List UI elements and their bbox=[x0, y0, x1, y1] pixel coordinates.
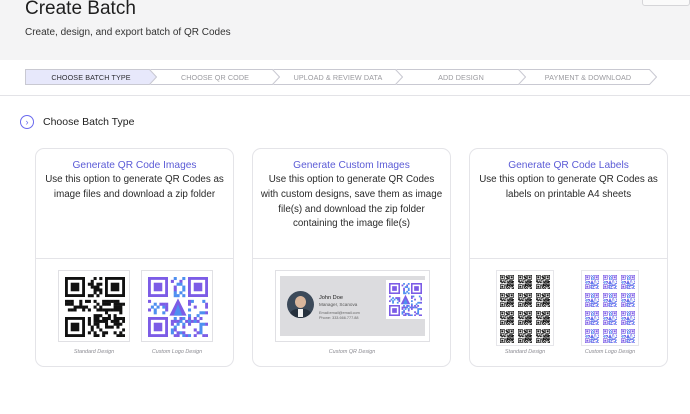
section-heading-label: Choose Batch Type bbox=[43, 116, 135, 128]
page-header: Create Batch Create, design, and export … bbox=[0, 0, 690, 60]
label-qr-logo-image bbox=[621, 311, 635, 325]
label-qr-logo-image bbox=[621, 329, 635, 343]
batch-type-card-qr-images[interactable]: Generate QR Code Images Use this option … bbox=[35, 148, 234, 367]
step-label: PAYMENT & DOWNLOAD bbox=[544, 72, 632, 82]
card-preview-area: Standard Design Custom Logo Design bbox=[470, 260, 667, 367]
label-qr-logo-image bbox=[603, 293, 617, 307]
label-qr-image bbox=[518, 293, 532, 307]
avatar bbox=[287, 291, 314, 318]
card-title: Generate Custom Images bbox=[293, 160, 410, 171]
preview-caption: Custom Logo Design bbox=[584, 349, 636, 355]
label-qr-image bbox=[518, 329, 532, 343]
card-title: Generate QR Code Labels bbox=[508, 160, 629, 171]
label-qr-logo-image bbox=[585, 329, 599, 343]
label-qr-image bbox=[500, 293, 514, 307]
chevron-right-circle-icon[interactable]: › bbox=[20, 115, 34, 129]
label-qr-logo-image bbox=[603, 311, 617, 325]
step-upload-review-data[interactable]: UPLOAD & REVIEW DATA bbox=[273, 69, 403, 85]
card-description: Use this option to generate QR Codes wit… bbox=[260, 174, 443, 230]
card-preview-area: John Doe Manager, Scanova Email:email@em… bbox=[253, 260, 450, 367]
preview-caption: Custom QR Design bbox=[328, 349, 376, 355]
step-payment-download[interactable]: PAYMENT & DOWNLOAD bbox=[519, 69, 657, 85]
step-choose-qr-code[interactable]: CHOOSE QR CODE bbox=[150, 69, 280, 85]
card-text-area: Generate QR Code Labels Use this option … bbox=[470, 149, 667, 259]
page-title: Create Batch bbox=[25, 0, 136, 19]
qr-code-logo-image bbox=[389, 283, 422, 316]
logo-qr-preview bbox=[141, 270, 213, 342]
label-qr-image bbox=[518, 275, 532, 289]
header-action-button[interactable] bbox=[642, 0, 690, 6]
standard-label-sheet-preview bbox=[496, 270, 554, 346]
label-qr-logo-image bbox=[585, 311, 599, 325]
section-heading: › Choose Batch Type bbox=[20, 115, 134, 129]
label-qr-image bbox=[536, 311, 550, 325]
label-qr-image bbox=[536, 275, 550, 289]
custom-design-preview: John Doe Manager, Scanova Email:email@em… bbox=[275, 270, 430, 342]
label-qr-image bbox=[500, 329, 514, 343]
label-qr-logo-image bbox=[621, 293, 635, 307]
business-card-email: Email:email@email.com bbox=[319, 311, 360, 315]
page-subtitle: Create, design, and export batch of QR C… bbox=[25, 27, 231, 38]
label-qr-image bbox=[518, 311, 532, 325]
card-title: Generate QR Code Images bbox=[72, 160, 197, 171]
card-description: Use this option to generate QR Codes as … bbox=[479, 174, 658, 200]
label-qr-logo-image bbox=[621, 275, 635, 289]
step-label: UPLOAD & REVIEW DATA bbox=[293, 72, 383, 82]
card-text-area: Generate Custom Images Use this option t… bbox=[253, 149, 450, 259]
label-qr-logo-image bbox=[585, 275, 599, 289]
qr-code-logo-image bbox=[148, 277, 208, 337]
standard-qr-preview bbox=[58, 270, 130, 342]
business-card: John Doe Manager, Scanova Email:email@em… bbox=[280, 276, 425, 336]
batch-type-card-custom-images[interactable]: Generate Custom Images Use this option t… bbox=[252, 148, 451, 367]
section-divider bbox=[0, 95, 690, 96]
step-choose-batch-type[interactable]: CHOOSE BATCH TYPE bbox=[25, 69, 157, 85]
label-qr-image bbox=[536, 329, 550, 343]
label-qr-image bbox=[500, 311, 514, 325]
step-label: ADD DESIGN bbox=[438, 72, 484, 82]
step-progress-bar: CHOOSE BATCH TYPE CHOOSE QR CODE UPLOAD … bbox=[25, 69, 657, 85]
label-qr-logo-image bbox=[603, 275, 617, 289]
step-add-design[interactable]: ADD DESIGN bbox=[396, 69, 526, 85]
qr-code-image bbox=[65, 277, 125, 337]
business-card-phone: Phone: 333.666.777.88 bbox=[319, 316, 359, 320]
step-label: CHOOSE BATCH TYPE bbox=[51, 72, 131, 82]
label-qr-logo-image bbox=[603, 329, 617, 343]
preview-caption: Custom Logo Design bbox=[151, 349, 203, 355]
card-preview-area: Standard Design Custom Logo Design bbox=[36, 260, 233, 367]
logo-label-sheet-preview bbox=[581, 270, 639, 346]
label-qr-logo-image bbox=[585, 293, 599, 307]
batch-type-card-qr-labels[interactable]: Generate QR Code Labels Use this option … bbox=[469, 148, 668, 367]
card-description: Use this option to generate QR Codes as … bbox=[45, 174, 224, 200]
card-text-area: Generate QR Code Images Use this option … bbox=[36, 149, 233, 259]
step-label: CHOOSE QR CODE bbox=[180, 72, 250, 82]
business-card-qr bbox=[386, 280, 425, 319]
business-card-role: Manager, Scanova bbox=[319, 302, 358, 307]
label-qr-image bbox=[500, 275, 514, 289]
label-qr-image bbox=[536, 293, 550, 307]
business-card-name: John Doe bbox=[319, 295, 343, 301]
